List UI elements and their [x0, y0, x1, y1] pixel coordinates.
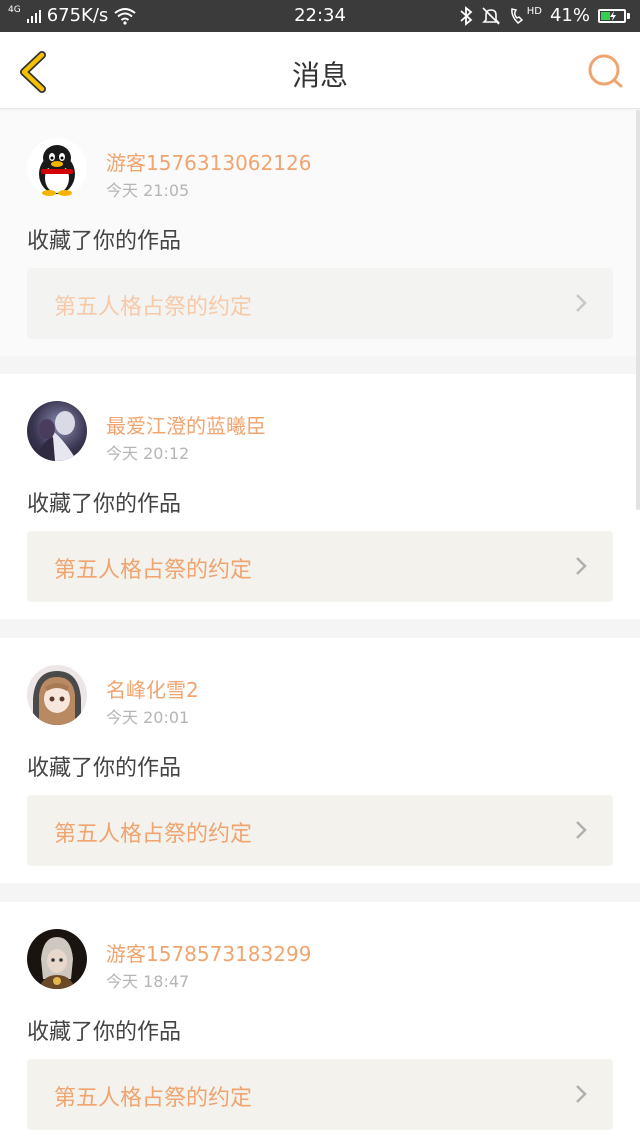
- hd-label: HD: [526, 5, 542, 17]
- message-card: 名峰化雪2 今天 20:01 收藏了你的作品 第五人格占祭的约定: [0, 638, 640, 883]
- navigation-bar: 消息: [0, 32, 640, 109]
- message-card: 游客1576313062126 今天 21:05 收藏了你的作品 第五人格占祭的…: [0, 111, 640, 356]
- user-name[interactable]: 游客1578573183299: [106, 938, 311, 967]
- message-action: 收藏了你的作品: [27, 1020, 182, 1045]
- work-title: 第五人格占祭的约定: [54, 295, 253, 320]
- hd-call-icon: HD: [509, 6, 542, 26]
- message-time: 今天 20:12: [106, 444, 190, 463]
- work-link[interactable]: 第五人格占祭的约定: [27, 1059, 613, 1130]
- character-avatar-icon: [39, 937, 75, 989]
- page-title: 消息: [291, 59, 348, 92]
- avatar-user[interactable]: [27, 929, 87, 989]
- work-title: 第五人格占祭的约定: [54, 1086, 253, 1111]
- status-bar: 4G 675K/s 22:34 HD 41%: [0, 0, 640, 32]
- chevron-right-icon: [576, 821, 587, 839]
- message-card: 最爱江澄的蓝曦臣 今天 20:12 收藏了你的作品 第五人格占祭的约定: [0, 374, 640, 619]
- message-action: 收藏了你的作品: [27, 492, 182, 517]
- work-link[interactable]: 第五人格占祭的约定: [27, 531, 613, 602]
- message-action: 收藏了你的作品: [27, 229, 182, 254]
- message-time: 今天 18:47: [106, 972, 190, 991]
- user-name[interactable]: 最爱江澄的蓝曦臣: [106, 410, 266, 439]
- work-title: 第五人格占祭的约定: [54, 822, 253, 847]
- chevron-right-icon: [576, 557, 587, 575]
- status-right: HD 41%: [459, 5, 630, 26]
- message-card: 游客1578573183299 今天 18:47 收藏了你的作品 第五人格占祭的…: [0, 902, 640, 1147]
- search-button[interactable]: [586, 52, 626, 92]
- work-link[interactable]: 第五人格占祭的约定: [27, 268, 613, 339]
- work-title: 第五人格占祭的约定: [54, 558, 253, 583]
- character-avatar-icon: [33, 671, 81, 725]
- avatar-qq-penguin[interactable]: [27, 138, 87, 198]
- bluetooth-icon: [460, 5, 473, 26]
- message-time: 今天 21:05: [106, 181, 190, 200]
- user-name[interactable]: 游客1576313062126: [106, 147, 311, 176]
- message-action: 收藏了你的作品: [27, 756, 182, 781]
- chevron-right-icon: [576, 1085, 587, 1103]
- character-avatar-icon: [37, 411, 77, 461]
- user-name[interactable]: 名峰化雪2: [106, 674, 199, 703]
- chevron-right-icon: [576, 294, 587, 312]
- mute-bell-icon: [481, 6, 500, 25]
- avatar-user[interactable]: [27, 665, 87, 725]
- battery-percent: 41%: [549, 5, 590, 26]
- search-icon: [588, 54, 623, 88]
- qq-penguin-icon: [39, 145, 75, 196]
- scrollbar[interactable]: [636, 110, 640, 510]
- battery-icon: [598, 8, 630, 23]
- avatar-user[interactable]: [27, 401, 87, 461]
- message-time: 今天 20:01: [106, 708, 190, 727]
- work-link[interactable]: 第五人格占祭的约定: [27, 795, 613, 866]
